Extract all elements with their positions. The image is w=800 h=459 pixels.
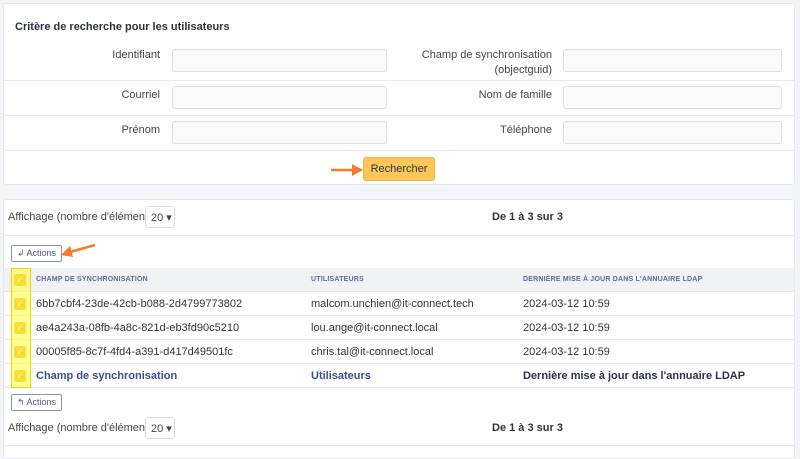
user-cell[interactable]: malcom.unchien@it-connect.tech bbox=[311, 298, 474, 310]
updated-cell: 2024-03-12 10:59 bbox=[523, 298, 610, 310]
sync-field-input[interactable] bbox=[563, 49, 782, 72]
col-users[interactable]: UTILISATEURS bbox=[311, 276, 364, 283]
arrow-annotation-icon bbox=[61, 243, 96, 257]
table-footer: ✓ Champ de synchronisation Utilisateurs … bbox=[4, 364, 794, 388]
footer-col-users[interactable]: Utilisateurs bbox=[311, 370, 371, 382]
table-header: ✓ CHAMP DE SYNCHRONISATION UTILISATEURS … bbox=[4, 268, 794, 292]
nom-input[interactable] bbox=[563, 86, 782, 109]
divider bbox=[4, 235, 794, 236]
select-all-checkbox-footer[interactable]: ✓ bbox=[14, 370, 26, 382]
display-label: Affichage (nombre d'éléments) bbox=[8, 211, 158, 223]
pagination-info: De 1 à 3 sur 3 bbox=[492, 211, 563, 223]
footer-col-sync[interactable]: Champ de synchronisation bbox=[36, 370, 177, 382]
actions-label: Actions bbox=[26, 397, 57, 407]
label-prenom: Prénom bbox=[121, 124, 160, 136]
label-courriel: Courriel bbox=[121, 89, 160, 101]
actions-arrow-icon: ↲ bbox=[16, 248, 25, 258]
actions-arrow-icon: ↰ bbox=[16, 397, 25, 407]
row-3: Prénom Téléphone bbox=[4, 116, 794, 151]
footer-col-updated[interactable]: Dernière mise à jour dans l'annuaire LDA… bbox=[523, 370, 745, 382]
updated-cell: 2024-03-12 10:59 bbox=[523, 346, 610, 358]
sync-cell: ae4a243a-08fb-4a8c-821d-eb3fd90c5210 bbox=[36, 322, 240, 334]
table-row: ✓ 00005f85-8c7f-4fd4-a391-d417d49501fc c… bbox=[4, 340, 794, 364]
sync-cell: 00005f85-8c7f-4fd4-a391-d417d49501fc bbox=[36, 346, 233, 358]
actions-button-bottom[interactable]: ↰ Actions bbox=[11, 394, 62, 411]
arrow-annotation-icon bbox=[331, 164, 363, 176]
courriel-input[interactable] bbox=[172, 86, 387, 109]
row-2: Courriel Nom de famille bbox=[4, 81, 794, 116]
telephone-input[interactable] bbox=[563, 121, 782, 144]
row-checkbox[interactable]: ✓ bbox=[14, 322, 26, 334]
select-all-checkbox[interactable]: ✓ bbox=[14, 274, 26, 286]
page-size-select[interactable]: 20 ▾ bbox=[145, 206, 175, 228]
row-1: Identifiant Champ de synchronisation (ob… bbox=[4, 41, 794, 81]
prenom-input[interactable] bbox=[172, 121, 387, 144]
pagination-info-bottom: De 1 à 3 sur 3 bbox=[492, 422, 563, 434]
search-panel: Critère de recherche pour les utilisateu… bbox=[3, 3, 795, 185]
divider bbox=[4, 445, 794, 446]
label-nom: Nom de famille bbox=[478, 89, 552, 101]
actions-label: Actions bbox=[26, 248, 57, 258]
label-telephone: Téléphone bbox=[500, 124, 552, 136]
page-size-select-bottom[interactable]: 20 ▾ bbox=[145, 417, 175, 439]
col-updated[interactable]: DERNIÈRE MISE À JOUR DANS L'ANNUAIRE LDA… bbox=[523, 276, 702, 283]
sync-cell: 6bb7cbf4-23de-42cb-b088-2d4799773802 bbox=[36, 298, 243, 310]
display-label-bottom: Affichage (nombre d'éléments) bbox=[8, 422, 158, 434]
user-cell[interactable]: lou.ange@it-connect.local bbox=[311, 322, 438, 334]
row-checkbox[interactable]: ✓ bbox=[14, 346, 26, 358]
search-button[interactable]: Rechercher bbox=[363, 157, 435, 181]
row-checkbox[interactable]: ✓ bbox=[14, 298, 26, 310]
label-identifiant: Identifiant bbox=[112, 49, 160, 61]
actions-button-top[interactable]: ↲ Actions bbox=[11, 245, 62, 262]
updated-cell: 2024-03-12 10:59 bbox=[523, 322, 610, 334]
table-row: ✓ 6bb7cbf4-23de-42cb-b088-2d4799773802 m… bbox=[4, 292, 794, 316]
col-sync[interactable]: CHAMP DE SYNCHRONISATION bbox=[36, 276, 148, 283]
results-panel: Affichage (nombre d'éléments) 20 ▾ De 1 … bbox=[3, 199, 795, 459]
user-cell[interactable]: chris.tal@it-connect.local bbox=[311, 346, 433, 358]
identifiant-input[interactable] bbox=[172, 49, 387, 72]
search-title: Critère de recherche pour les utilisateu… bbox=[15, 21, 230, 33]
table-row: ✓ ae4a243a-08fb-4a8c-821d-eb3fd90c5210 l… bbox=[4, 316, 794, 340]
label-sync-field: Champ de synchronisation (objectguid) bbox=[421, 49, 552, 76]
